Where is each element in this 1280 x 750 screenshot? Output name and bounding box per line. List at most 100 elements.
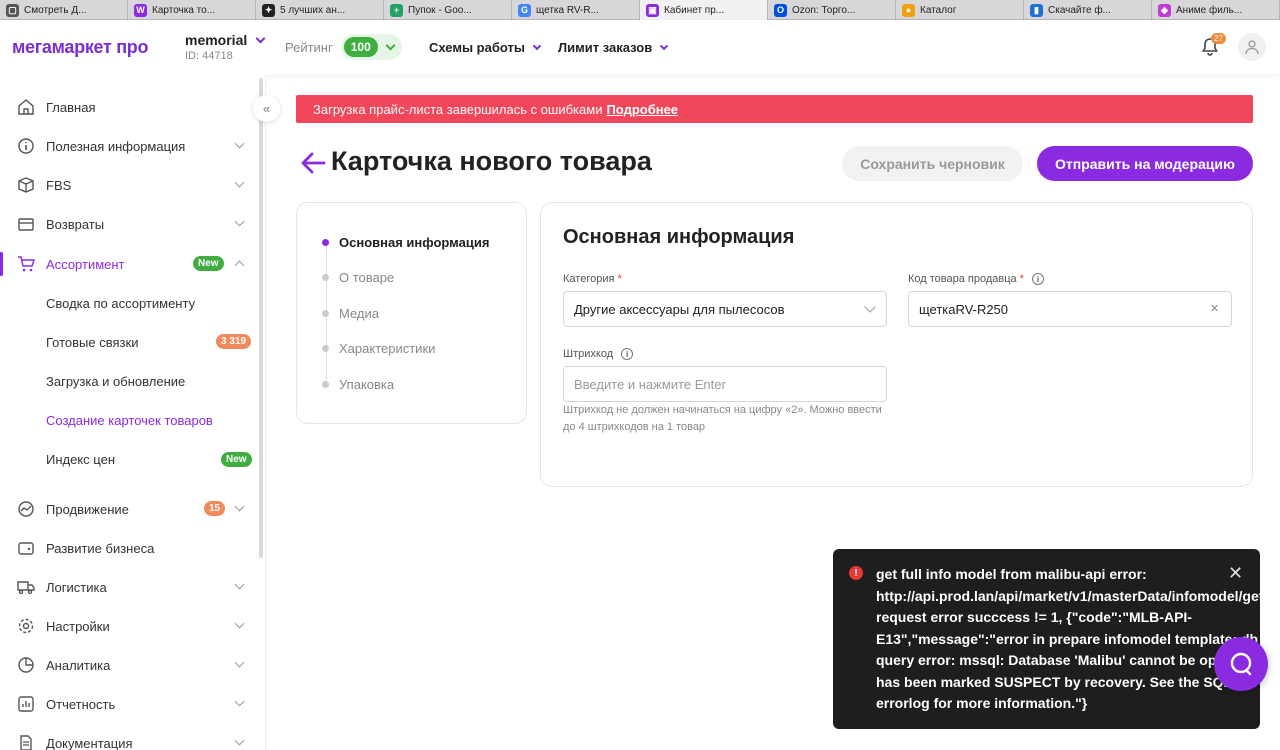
clear-icon[interactable]: × xyxy=(1210,300,1219,317)
nav-order-limit-label: Лимит заказов xyxy=(558,40,653,55)
browser-tab[interactable]: ◆ Аниме филь... xyxy=(1152,0,1280,20)
browser-tab-label: щетка RV-R... xyxy=(536,4,599,16)
store-id: ID: 44718 xyxy=(185,50,233,62)
home-icon xyxy=(18,99,34,115)
browser-tab-strip: ▢ Смотреть Д... W Карточка то... ✦ 5 лучших а… xyxy=(0,0,1280,20)
step-dot xyxy=(322,274,329,281)
sidebar-scrollbar[interactable] xyxy=(259,78,263,558)
chevron-down-icon xyxy=(234,177,245,188)
nav-work-schemes[interactable]: Схемы работы xyxy=(429,40,542,55)
category-value: Другие аксессуары для пылесосов xyxy=(574,301,785,317)
browser-tab-label: Скачайте ф... xyxy=(1048,4,1111,16)
rating-value: 100 xyxy=(343,37,378,57)
barcode-label: Штрихкод i xyxy=(563,348,634,360)
sidebar-item-business[interactable]: Развитие бизнеса xyxy=(0,533,258,563)
report-icon xyxy=(18,696,34,712)
chart-icon xyxy=(18,501,34,517)
sidebar-collapse-button[interactable]: « xyxy=(253,95,280,122)
sidebar-item-label: FBS xyxy=(46,177,72,193)
browser-tab[interactable]: ✦ 5 лучших ан... xyxy=(256,0,384,20)
step-basic-info[interactable]: Основная информация xyxy=(322,235,489,250)
required-mark: * xyxy=(1019,273,1024,285)
browser-tab[interactable]: Gщетка RV-R... xyxy=(512,0,640,20)
favicon-icon: G xyxy=(518,3,531,17)
sidebar-item-useful-info[interactable]: Полезная информация xyxy=(0,131,258,161)
nav-order-limit[interactable]: Лимит заказов xyxy=(558,40,669,55)
barcode-placeholder: Введите и нажмите Enter xyxy=(574,376,726,392)
sidebar-item-logistics[interactable]: Логистика xyxy=(0,572,258,602)
step-label: О товаре xyxy=(339,270,395,285)
info-icon[interactable]: i xyxy=(621,348,634,360)
avatar[interactable] xyxy=(1238,33,1266,61)
favicon-icon: ▣ xyxy=(646,3,659,17)
chevron-down-icon xyxy=(659,41,669,50)
chevron-down-icon xyxy=(234,735,245,746)
sidebar-item-home[interactable]: Главная xyxy=(0,92,258,122)
barcode-input[interactable]: Введите и нажмите Enter xyxy=(563,366,887,402)
analytics-icon xyxy=(18,657,34,673)
browser-tab[interactable]: ▣ Кабинет пр... xyxy=(640,0,768,20)
step-characteristics[interactable]: Характеристики xyxy=(322,341,435,356)
store-name: memorial xyxy=(185,32,248,48)
seller-code-label: Код товара продавца * i xyxy=(908,273,1044,285)
step-dot xyxy=(322,345,329,352)
step-about-product[interactable]: О товаре xyxy=(322,270,395,285)
browser-tab-label: 5 лучших ан... xyxy=(280,4,346,16)
sidebar-item-label: Ассортимент xyxy=(46,256,125,272)
sidebar-subitem-upload-update[interactable]: Загрузка и обновление xyxy=(46,374,185,389)
browser-tab-label: Карточка то... xyxy=(152,4,216,16)
send-to-moderation-button[interactable]: Отправить на модерацию xyxy=(1037,146,1253,181)
browser-tab[interactable]: O Ozon: Торго... xyxy=(768,0,896,20)
sidebar-item-analytics[interactable]: Аналитика xyxy=(0,650,258,680)
step-dot xyxy=(322,381,329,388)
notifications-button[interactable]: 27 xyxy=(1200,33,1226,57)
browser-tab[interactable]: ▮ Скачайте ф... xyxy=(1024,0,1152,20)
save-draft-button[interactable]: Сохранить черновик xyxy=(842,146,1023,181)
browser-tab[interactable]: ● Каталог xyxy=(896,0,1024,20)
chevron-down-icon xyxy=(234,579,245,590)
seller-code-input[interactable]: щеткаRV-R250 × xyxy=(908,291,1232,327)
gear-icon xyxy=(18,618,34,634)
sidebar-item-fbs[interactable]: FBS xyxy=(0,170,258,200)
step-packaging[interactable]: Упаковка xyxy=(322,377,394,392)
sidebar-item-assortment[interactable]: Ассортимент New xyxy=(0,249,258,279)
step-dot xyxy=(322,310,329,317)
back-arrow-icon[interactable] xyxy=(300,150,326,176)
sidebar-item-label: Настройки xyxy=(46,618,110,634)
close-icon[interactable]: ✕ xyxy=(1228,563,1243,584)
sidebar-item-reports[interactable]: Отчетность xyxy=(0,689,258,719)
step-media[interactable]: Медиа xyxy=(322,306,379,321)
sidebar-item-documentation[interactable]: Документация xyxy=(0,728,258,750)
favicon-icon: ✦ xyxy=(262,3,275,17)
info-icon[interactable]: i xyxy=(1031,273,1044,285)
sidebar-item-promotion[interactable]: Продвижение 15 xyxy=(0,494,258,524)
support-chat-button[interactable] xyxy=(1214,637,1268,691)
cart-icon xyxy=(18,256,35,272)
sidebar-item-label: Отчетность xyxy=(46,696,116,712)
sidebar-subitem-ready-bundles[interactable]: Готовые связки xyxy=(46,335,138,350)
chevron-down-icon xyxy=(532,41,542,50)
rating-label: Рейтинг xyxy=(285,39,333,55)
basic-info-card: Основная информация Категория * Другие ак… xyxy=(540,202,1253,487)
favicon-icon: ▢ xyxy=(6,3,19,17)
barcode-label-text: Штрихкод xyxy=(563,348,614,360)
alert-details-link[interactable]: Подробнее xyxy=(606,102,678,117)
browser-tab[interactable]: + Пупок - Goo... xyxy=(384,0,512,20)
logo[interactable]: мегамаркет про xyxy=(12,37,148,58)
store-switcher[interactable]: memorial ID: 44718 xyxy=(185,32,266,62)
sidebar-item-label: Полезная информация xyxy=(46,138,186,154)
rating-widget[interactable]: Рейтинг 100 xyxy=(285,34,402,60)
chevron-down-icon xyxy=(234,618,245,629)
sidebar-subitem-create-cards[interactable]: Создание карточек товаров xyxy=(46,413,213,428)
sidebar-item-returns[interactable]: Возвраты xyxy=(0,209,258,239)
sidebar-subitem-assortment-summary[interactable]: Сводка по ассортименту xyxy=(46,296,195,311)
sidebar-item-label: Развитие бизнеса xyxy=(46,540,155,556)
browser-tab-label: Смотреть Д... xyxy=(24,4,87,16)
browser-tab[interactable]: ▢ Смотреть Д... xyxy=(0,0,128,20)
sidebar-item-settings[interactable]: Настройки xyxy=(0,611,258,641)
category-select[interactable]: Другие аксессуары для пылесосов xyxy=(563,291,887,327)
browser-tab-label: Каталог xyxy=(920,4,957,16)
chat-icon xyxy=(1230,652,1252,676)
sidebar-subitem-price-index[interactable]: Индекс цен xyxy=(46,452,115,467)
browser-tab[interactable]: W Карточка то... xyxy=(128,0,256,20)
